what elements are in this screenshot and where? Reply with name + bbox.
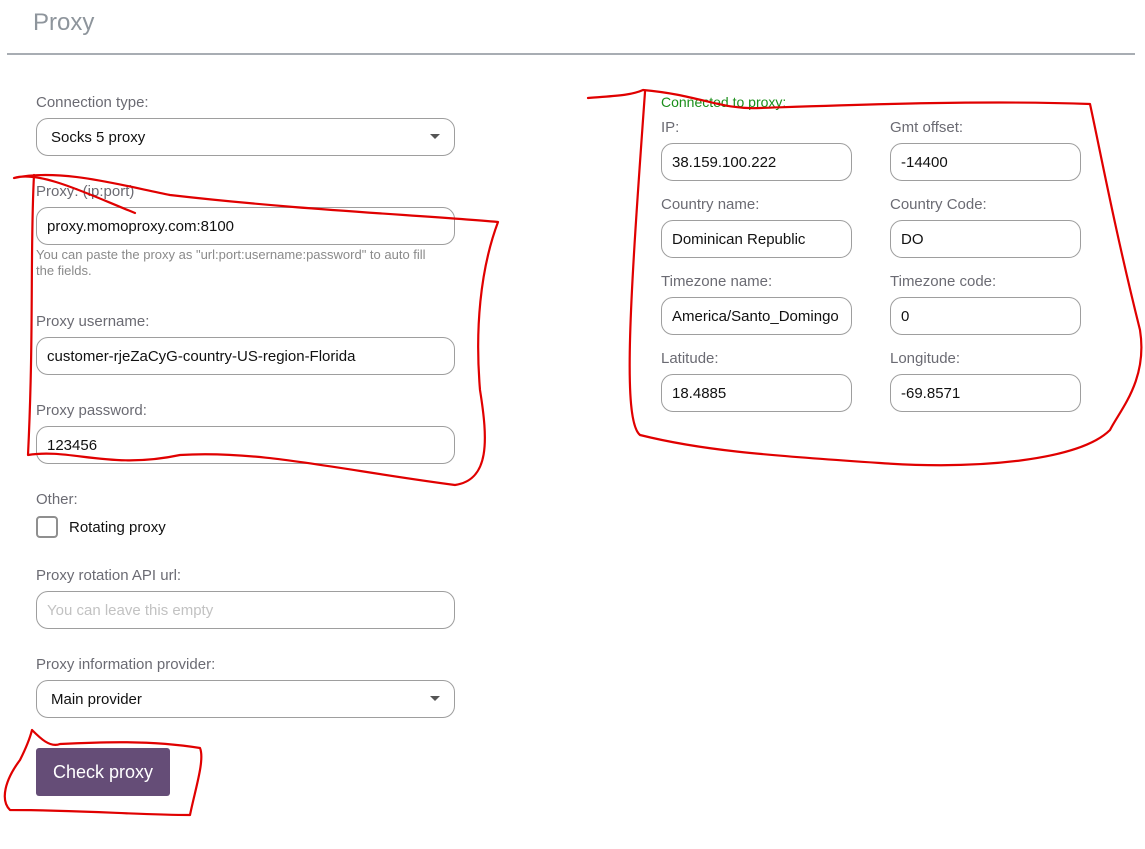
latitude-value: 18.4885 [672,384,727,402]
timezone-code-field[interactable]: 0 [890,297,1081,335]
country-code-value: DO [901,230,924,248]
rotating-proxy-label[interactable]: Rotating proxy [69,519,166,536]
chevron-down-icon [430,696,440,701]
rotation-api-input[interactable]: You can leave this empty [36,591,455,629]
rotation-api-placeholder: You can leave this empty [47,601,214,619]
info-provider-select[interactable]: Main provider [36,680,455,718]
timezone-name-field[interactable]: America/Santo_Domingo [661,297,852,335]
connection-type-select[interactable]: Socks 5 proxy [36,118,455,156]
username-input-value: customer-rjeZaCyG-country-US-region-Flor… [47,347,356,365]
timezone-name-label: Timezone name: [661,273,773,290]
connection-type-value: Socks 5 proxy [51,128,146,146]
password-input[interactable]: 123456 [36,426,455,464]
ip-label: IP: [661,119,680,136]
username-input[interactable]: customer-rjeZaCyG-country-US-region-Flor… [36,337,455,375]
longitude-label: Longitude: [890,350,961,367]
latitude-field[interactable]: 18.4885 [661,374,852,412]
proxy-label: Proxy: (ip:port) [36,183,135,200]
latitude-label: Latitude: [661,350,719,367]
gmt-offset-value: -14400 [901,153,948,171]
ip-value: 38.159.100.222 [672,153,777,171]
country-code-label: Country Code: [890,196,987,213]
country-name-value: Dominican Republic [672,230,806,248]
info-provider-label: Proxy information provider: [36,656,216,673]
country-name-label: Country name: [661,196,760,213]
info-provider-value: Main provider [51,690,142,708]
other-label: Other: [36,491,78,508]
gmt-offset-field[interactable]: -14400 [890,143,1081,181]
longitude-value: -69.8571 [901,384,961,402]
check-proxy-button[interactable]: Check proxy [36,748,170,796]
country-code-field[interactable]: DO [890,220,1081,258]
rotation-api-label: Proxy rotation API url: [36,567,182,584]
page-title: Proxy [33,9,95,36]
title-divider [7,53,1135,55]
connection-status: Connected to proxy: [661,94,787,110]
connection-type-label: Connection type: [36,94,149,111]
rotating-proxy-checkbox[interactable] [36,516,58,538]
proxy-input[interactable]: proxy.momoproxy.com:8100 [36,207,455,245]
chevron-down-icon [430,134,440,139]
password-input-value: 123456 [47,436,98,454]
country-name-field[interactable]: Dominican Republic [661,220,852,258]
longitude-field[interactable]: -69.8571 [890,374,1081,412]
gmt-offset-label: Gmt offset: [890,119,964,136]
password-label: Proxy password: [36,402,147,419]
timezone-code-value: 0 [901,307,910,325]
proxy-input-value: proxy.momoproxy.com:8100 [47,217,235,235]
timezone-name-value: America/Santo_Domingo [672,307,839,325]
username-label: Proxy username: [36,313,150,330]
proxy-hint: You can paste the proxy as "url:port:use… [36,247,426,278]
ip-field[interactable]: 38.159.100.222 [661,143,852,181]
timezone-code-label: Timezone code: [890,273,997,290]
